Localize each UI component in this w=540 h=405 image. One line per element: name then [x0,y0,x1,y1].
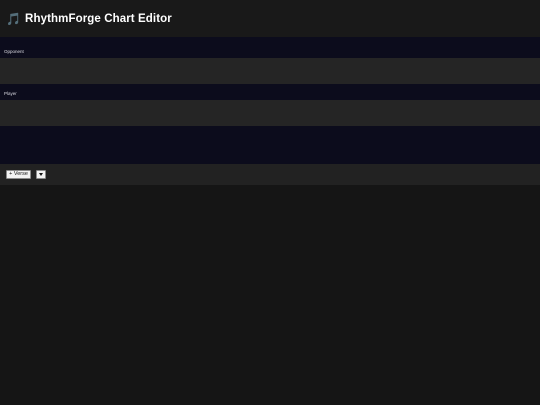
music-note-icon: 🎵 [6,11,22,26]
add-verse-button[interactable]: + Verse [6,170,31,179]
app-header: 🎵 RhythmForge Chart Editor [0,0,540,37]
section-type-dropdown[interactable] [36,170,46,179]
opponent-lane-label: Opponent [4,49,24,54]
player-lane-label: Player [4,91,17,96]
opponent-lane-track[interactable] [0,58,540,84]
chart-editor: Opponent Player [0,37,540,164]
app-title: 🎵 RhythmForge Chart Editor [6,13,172,25]
app-title-text: RhythmForge Chart Editor [25,12,172,25]
player-lane-track[interactable] [0,100,540,126]
chevron-down-icon [39,173,43,176]
section-toolbar: + Verse [0,164,540,185]
